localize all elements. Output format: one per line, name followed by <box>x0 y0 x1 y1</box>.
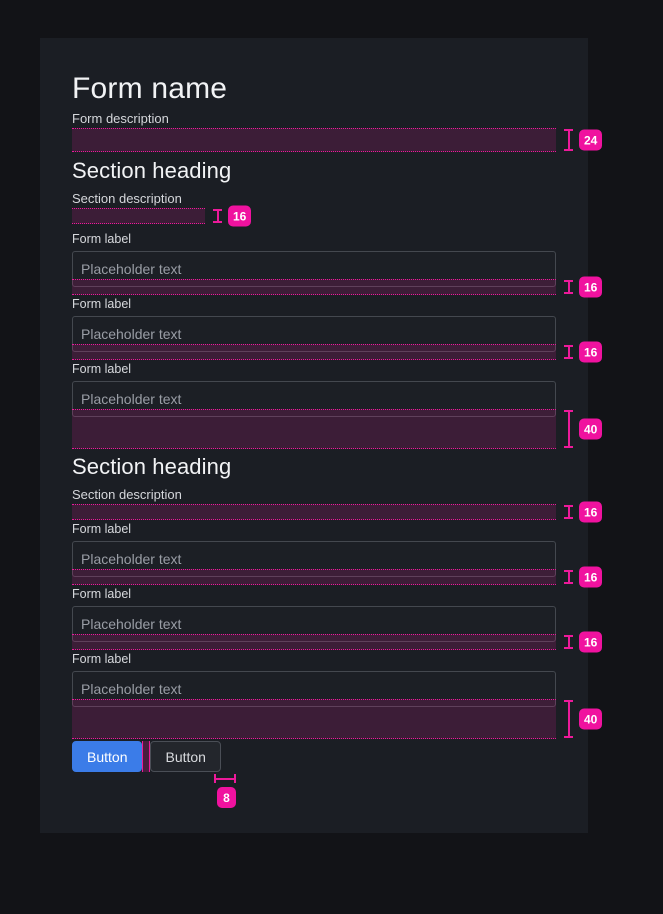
spacing-block-field: 16 <box>72 631 603 653</box>
input-placeholder: Placeholder text <box>81 616 182 632</box>
spacing-badge: 16 <box>579 341 603 363</box>
spacing-badge: 16 <box>579 566 603 588</box>
section-description-1: Section description <box>72 191 182 206</box>
measure-rail-vertical <box>564 129 573 151</box>
field-label: Form label <box>72 232 132 246</box>
spacing-block-button-gap <box>142 741 151 772</box>
page-title: Form name <box>72 72 228 105</box>
primary-button[interactable]: Button <box>72 741 143 772</box>
spacing-block-field: 16 <box>72 276 603 298</box>
measure-rail-vertical <box>564 345 573 359</box>
spacing-badge: 16 <box>579 631 603 653</box>
button-row: Button Button 8 <box>72 741 556 808</box>
section-description-2: Section description <box>72 487 182 502</box>
input-placeholder: Placeholder text <box>81 261 182 277</box>
field-label: Form label <box>72 522 132 536</box>
spacing-block-form-description: 24 <box>72 128 603 152</box>
spacing-badge: 16 <box>579 501 603 523</box>
spacing-badge: 24 <box>579 129 603 151</box>
spacing-block-section-description-1: 16 <box>72 205 252 227</box>
field-label: Form label <box>72 362 132 376</box>
field-label: Form label <box>72 587 132 601</box>
spacing-block-field: 40 <box>72 409 603 449</box>
measure-rail-vertical <box>564 410 573 448</box>
spacing-badge: 8 <box>217 787 236 808</box>
form-card: Form name Form description 24 Section he… <box>40 38 603 833</box>
input-placeholder: Placeholder text <box>81 681 182 697</box>
measure-rail-vertical <box>564 570 573 584</box>
spacing-badge: 40 <box>579 708 603 730</box>
measure-rail-vertical <box>213 209 222 223</box>
spacing-block-field: 16 <box>72 566 603 588</box>
secondary-button[interactable]: Button <box>150 741 221 772</box>
field-label: Form label <box>72 652 132 666</box>
input-placeholder: Placeholder text <box>81 391 182 407</box>
spacing-block-section-description-2: 16 <box>72 501 603 523</box>
spacing-badge: 40 <box>579 418 603 440</box>
spacing-badge: 16 <box>579 276 603 298</box>
measure-rail-vertical <box>564 635 573 649</box>
measure-rail-vertical <box>564 700 573 738</box>
field-label: Form label <box>72 297 132 311</box>
measure-rail-vertical <box>564 505 573 519</box>
measure-rail-horizontal <box>214 774 236 783</box>
input-placeholder: Placeholder text <box>81 551 182 567</box>
section-heading-2: Section heading <box>72 454 232 479</box>
input-placeholder: Placeholder text <box>81 326 182 342</box>
spacing-block-field: 40 <box>72 699 603 739</box>
spacing-badge: 16 <box>228 205 252 227</box>
form-content: Form name Form description 24 Section he… <box>72 38 603 808</box>
form-description: Form description <box>72 111 169 126</box>
measure-rail-vertical <box>564 280 573 294</box>
spacing-block-field: 16 <box>72 341 603 363</box>
section-heading-1: Section heading <box>72 158 232 183</box>
screen: Form name Form description 24 Section he… <box>0 0 663 914</box>
